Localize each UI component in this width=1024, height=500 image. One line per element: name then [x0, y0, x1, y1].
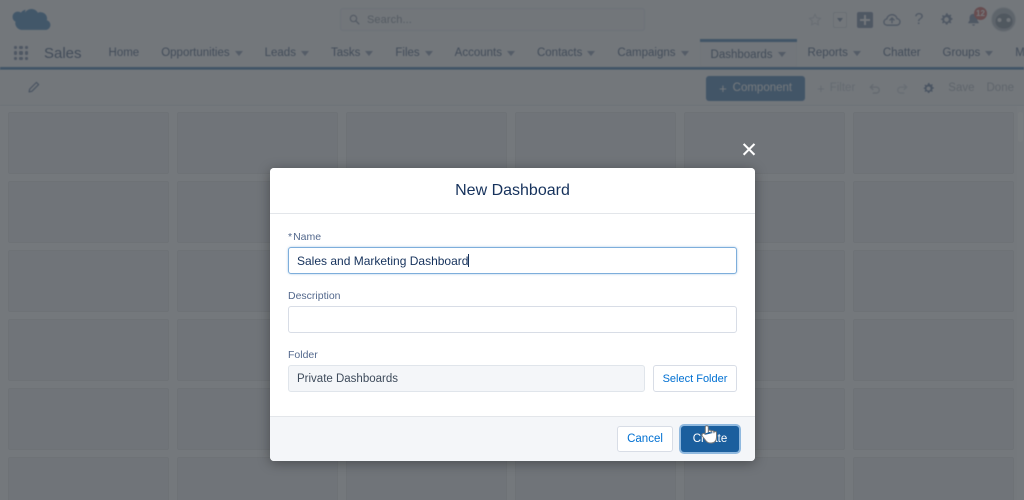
- name-field-group: *Name Sales and Marketing Dashboard: [288, 231, 737, 274]
- new-dashboard-modal: New Dashboard *Name Sales and Marketing …: [270, 168, 755, 461]
- modal-backdrop-header-region: [0, 0, 1024, 106]
- name-input[interactable]: Sales and Marketing Dashboard: [288, 247, 737, 274]
- folder-field-label: Folder: [288, 349, 318, 361]
- description-field-label: Description: [288, 290, 341, 302]
- folder-row: Private Dashboards Select Folder: [288, 365, 737, 392]
- name-field-label: *Name: [288, 231, 737, 243]
- select-folder-button[interactable]: Select Folder: [653, 365, 737, 392]
- modal-body: *Name Sales and Marketing Dashboard Desc…: [270, 214, 755, 416]
- description-input[interactable]: [288, 306, 737, 333]
- folder-field-group: Folder Private Dashboards Select Folder: [288, 349, 737, 392]
- description-field-group: Description: [288, 290, 737, 333]
- text-cursor: [468, 254, 470, 267]
- salesforce-dashboard-builder: Search...: [0, 0, 1024, 500]
- create-button[interactable]: Create: [681, 426, 739, 452]
- cancel-button[interactable]: Cancel: [617, 426, 673, 452]
- required-marker: *: [288, 231, 293, 243]
- modal-title: New Dashboard: [455, 181, 570, 199]
- name-label-text: Name: [293, 231, 322, 243]
- folder-value: Private Dashboards: [288, 365, 645, 392]
- name-input-value: Sales and Marketing Dashboard: [297, 254, 469, 268]
- modal-footer: Cancel Create: [270, 416, 755, 461]
- modal-header: New Dashboard: [270, 168, 755, 214]
- close-icon[interactable]: ✕: [738, 140, 760, 163]
